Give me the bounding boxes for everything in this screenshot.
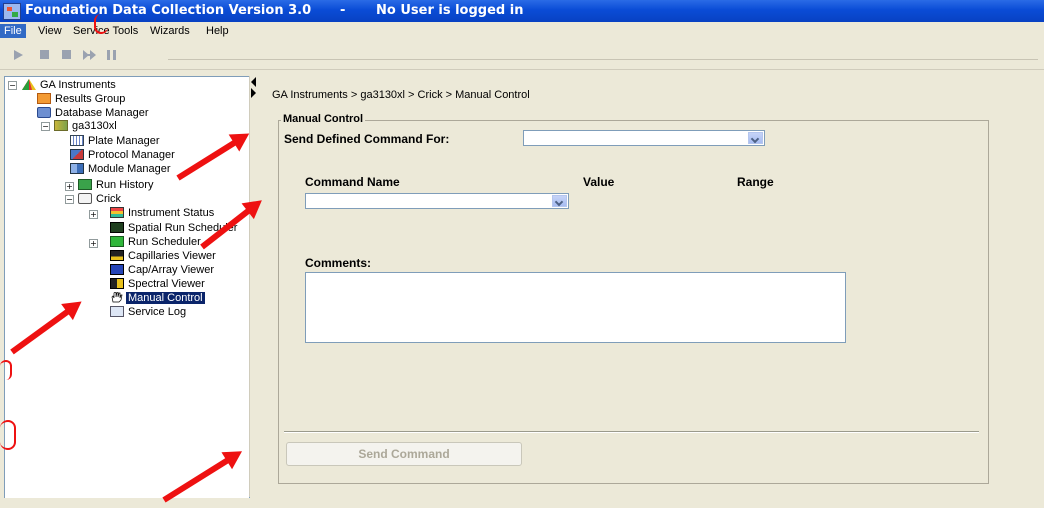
title-separator: -	[340, 3, 346, 18]
menu-wizards[interactable]: Wizards	[146, 24, 194, 38]
annotation-mark	[0, 360, 12, 380]
send-command-button[interactable]: Send Command	[286, 442, 522, 466]
tree-node-module-manager[interactable]: Module Manager	[70, 163, 173, 176]
tree-node-instrument-status[interactable]: Instrument Status	[110, 207, 216, 220]
tree-node-results-group[interactable]: Results Group	[37, 93, 127, 106]
group-title: Manual Control	[281, 113, 366, 125]
divider	[284, 431, 979, 433]
tree-node-run-history[interactable]: Run History	[78, 179, 155, 192]
pause-icon[interactable]	[107, 50, 116, 60]
chevron-down-icon[interactable]	[552, 195, 567, 207]
collapse-toggle[interactable]: −	[41, 122, 50, 131]
collapse-left-arrow-icon[interactable]	[251, 77, 256, 87]
skip-icon[interactable]	[83, 50, 97, 60]
tree-node-cap-array-viewer[interactable]: Cap/Array Viewer	[110, 264, 216, 277]
results-group-icon	[37, 93, 51, 104]
user-status: No User is logged in	[376, 3, 524, 18]
tree-node-spectral-viewer[interactable]: Spectral Viewer	[110, 278, 207, 291]
send-defined-for-combo[interactable]	[523, 130, 765, 146]
tree-node-crick[interactable]: Crick	[78, 193, 123, 206]
collapse-toggle[interactable]: −	[8, 81, 17, 90]
title-bar: Foundation Data Collection Version 3.0 -…	[0, 0, 1044, 22]
send-defined-for-label: Send Defined Command For:	[284, 132, 450, 146]
cap-array-icon	[110, 264, 124, 275]
collapse-toggle[interactable]: −	[65, 195, 74, 204]
tree-node-run-scheduler[interactable]: Run Scheduler	[110, 236, 203, 249]
instrument-icon	[54, 120, 68, 131]
spectral-icon	[110, 278, 124, 289]
column-range: Range	[737, 175, 774, 189]
command-name-combo[interactable]	[305, 193, 569, 209]
crick-instrument-icon	[78, 193, 92, 204]
window-title: Foundation Data Collection Version 3.0	[25, 3, 312, 18]
menu-bar: File View Service Tools Wizards Help	[0, 22, 1044, 41]
tree-node-service-log[interactable]: Service Log	[110, 306, 188, 319]
tree-node-database-manager[interactable]: Database Manager	[37, 107, 151, 120]
breadcrumb: GA Instruments > ga3130xl > Crick > Manu…	[272, 89, 530, 101]
hand-icon	[110, 291, 124, 303]
column-command-name: Command Name	[305, 175, 400, 189]
capillaries-icon	[110, 250, 124, 261]
tree-node-protocol-manager[interactable]: Protocol Manager	[70, 149, 177, 162]
expand-toggle[interactable]: +	[89, 239, 98, 248]
stop-icon[interactable]	[62, 50, 71, 59]
pyramid-icon	[22, 79, 36, 90]
annotation-mark	[0, 420, 16, 450]
toolbar-divider	[168, 59, 1038, 60]
play-icon[interactable]	[14, 50, 23, 60]
stop-icon[interactable]	[40, 50, 49, 59]
status-icon	[110, 207, 124, 218]
expand-right-arrow-icon[interactable]	[251, 88, 256, 98]
tree-node-ga3130xl[interactable]: ga3130xl	[54, 120, 119, 133]
scheduler-icon	[110, 236, 124, 247]
chevron-down-icon[interactable]	[748, 132, 763, 144]
menu-help[interactable]: Help	[202, 24, 233, 38]
spatial-icon	[110, 222, 124, 233]
expand-toggle[interactable]: +	[65, 182, 74, 191]
navigation-tree: − GA Instruments Results Group Database …	[4, 76, 250, 498]
annotation-mark	[94, 14, 108, 34]
tree-node-capillaries-viewer[interactable]: Capillaries Viewer	[110, 250, 218, 263]
menu-view[interactable]: View	[34, 24, 66, 38]
plate-icon	[70, 135, 84, 146]
comments-label: Comments:	[305, 256, 372, 270]
tree-node-manual-control[interactable]: Manual Control	[110, 291, 205, 305]
tree-node-plate-manager[interactable]: Plate Manager	[70, 135, 162, 148]
module-icon	[70, 163, 84, 174]
service-log-icon	[110, 306, 124, 317]
comments-textarea[interactable]	[305, 272, 846, 343]
database-icon	[37, 107, 51, 118]
app-icon	[3, 3, 21, 20]
column-value: Value	[583, 175, 615, 189]
toolbar	[0, 41, 1044, 70]
menu-file[interactable]: File	[0, 24, 26, 38]
expand-toggle[interactable]: +	[89, 210, 98, 219]
run-history-icon	[78, 179, 92, 190]
protocol-icon	[70, 149, 84, 160]
tree-node-ga-instruments[interactable]: GA Instruments	[22, 79, 118, 92]
